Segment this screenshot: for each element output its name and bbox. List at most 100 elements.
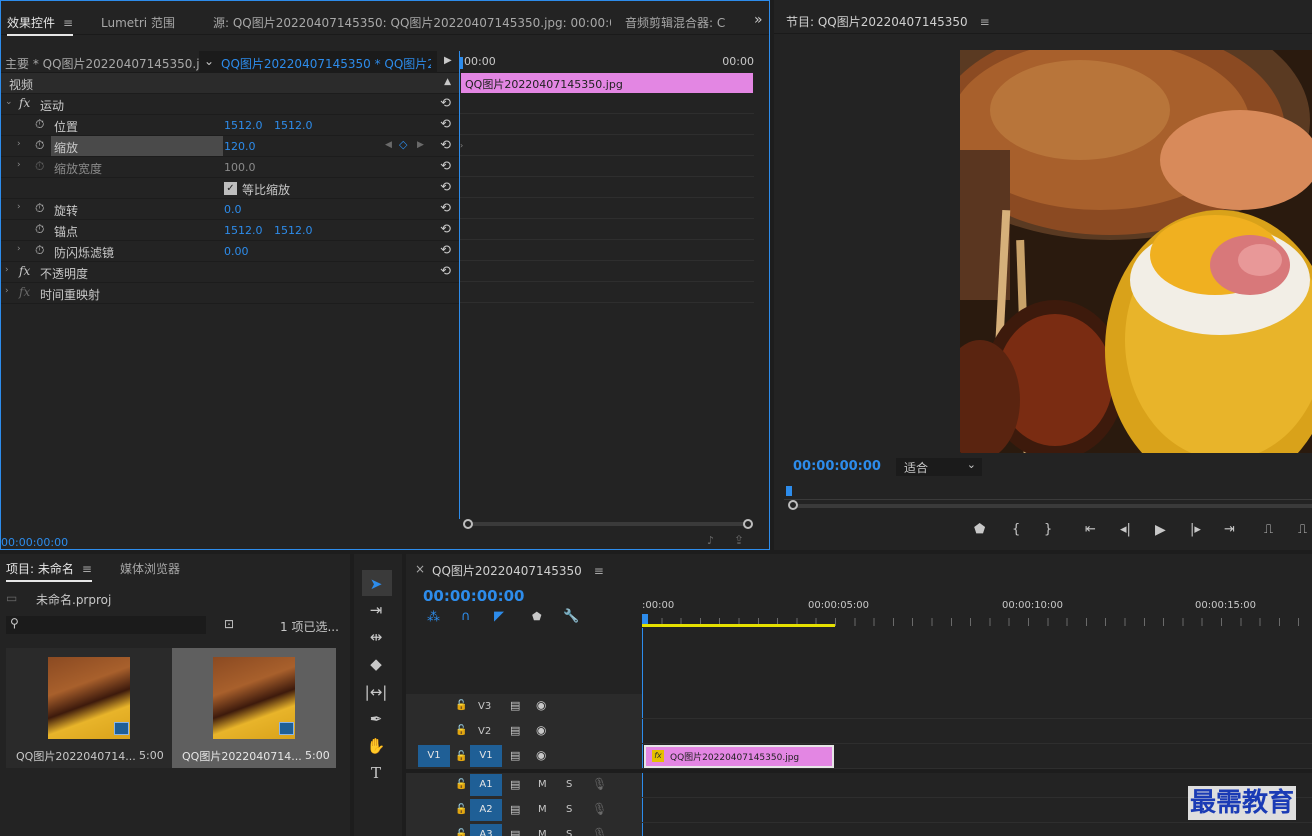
- lock-icon[interactable]: 🔓: [455, 751, 467, 762]
- eye-icon[interactable]: ◉: [536, 698, 546, 712]
- work-area-bar[interactable]: [642, 624, 835, 627]
- track-a1-target[interactable]: A1: [470, 774, 502, 796]
- toggle-sync-lock-icon[interactable]: ▤: [510, 803, 520, 816]
- anchor-y-value[interactable]: 1512.0: [274, 224, 313, 237]
- collapse-icon[interactable]: ▲: [444, 77, 451, 87]
- clip-dropdown[interactable]: ⌄ QQ图片20220407145350 * QQ图片2...: [199, 51, 437, 73]
- slip-tool-icon[interactable]: |↔|: [362, 680, 390, 704]
- selection-tool-icon[interactable]: ➤: [362, 572, 390, 596]
- mark-out-icon[interactable]: }: [1044, 522, 1052, 537]
- hand-tool-icon[interactable]: ✋: [362, 734, 390, 758]
- eye-icon[interactable]: ◉: [536, 723, 546, 737]
- twirl-closed-icon[interactable]: ›: [17, 139, 21, 149]
- wrench-icon[interactable]: 🔧: [563, 609, 579, 624]
- toggle-sync-lock-icon[interactable]: ▤: [510, 749, 520, 762]
- timeline-playhead-head[interactable]: [642, 614, 648, 624]
- voice-over-icon[interactable]: 🎙: [592, 802, 607, 816]
- timeline-ruler[interactable]: :00:00 00:00:05:00 00:00:10:00 00:00:15:…: [642, 594, 1312, 628]
- mute-button[interactable]: M: [538, 829, 547, 836]
- tab-lumetri-scopes[interactable]: Lumetri 范围: [101, 14, 175, 31]
- anti-flicker-value[interactable]: 0.00: [224, 245, 249, 258]
- reset-icon[interactable]: ⟲: [440, 264, 451, 279]
- export-frame-icon[interactable]: ⇪: [734, 533, 744, 547]
- eye-icon[interactable]: ◉: [536, 748, 546, 762]
- twirl-closed-icon[interactable]: ›: [17, 244, 21, 254]
- lock-icon[interactable]: 🔓: [455, 829, 467, 836]
- fx-icon[interactable]: fx: [19, 264, 30, 278]
- ec-bottom-timecode[interactable]: 00:00:00:00: [1, 536, 68, 549]
- add-marker-icon[interactable]: ⬟: [974, 522, 985, 537]
- track-select-tool-icon[interactable]: ⇥: [362, 598, 390, 622]
- ec-playhead[interactable]: [460, 57, 463, 69]
- add-keyframe-icon[interactable]: ◇: [399, 138, 407, 151]
- new-bin-icon[interactable]: ⊡: [224, 617, 234, 631]
- sequence-tab[interactable]: QQ图片20220407145350 ≡: [432, 562, 604, 579]
- close-icon[interactable]: ×: [415, 562, 425, 576]
- uniform-scale-checkbox[interactable]: ✓: [224, 182, 237, 195]
- menu-icon[interactable]: ≡: [980, 15, 990, 29]
- program-scrubber[interactable]: [788, 500, 1312, 512]
- reset-icon[interactable]: ⟲: [440, 222, 451, 237]
- position-y-value[interactable]: 1512.0: [274, 119, 313, 132]
- scale-value[interactable]: 120.0: [224, 140, 256, 153]
- zoom-handle-left[interactable]: [463, 519, 473, 529]
- zoom-handle-right[interactable]: [743, 519, 753, 529]
- stopwatch-icon[interactable]: ⏱: [35, 117, 44, 132]
- toggle-sync-lock-icon[interactable]: ▤: [510, 778, 520, 791]
- tab-source-monitor[interactable]: 源: QQ图片20220407145350: QQ图片2022040714535…: [213, 14, 611, 31]
- twirl-closed-icon[interactable]: ›: [17, 202, 21, 212]
- prev-keyframe-icon[interactable]: ◀: [385, 140, 392, 150]
- scrubber-handle[interactable]: [788, 500, 798, 510]
- timeline-timecode[interactable]: 00:00:00:00: [423, 587, 525, 605]
- anchor-x-value[interactable]: 1512.0: [224, 224, 263, 237]
- add-marker-tool-icon[interactable]: ◤: [494, 609, 504, 624]
- fx-icon[interactable]: fx: [19, 96, 30, 110]
- rotation-value[interactable]: 0.0: [224, 203, 242, 216]
- lift-icon[interactable]: ⎍: [1264, 522, 1273, 537]
- toggle-sync-lock-icon[interactable]: ▤: [510, 724, 520, 737]
- project-item[interactable]: QQ图片2022040714... 5:00: [6, 648, 172, 768]
- stopwatch-icon[interactable]: ⏱: [35, 201, 44, 216]
- stopwatch-active-icon[interactable]: ⏱: [35, 138, 44, 153]
- extract-icon[interactable]: ⎍: [1298, 522, 1307, 537]
- tab-media-browser[interactable]: 媒体浏览器: [120, 560, 180, 577]
- fit-dropdown[interactable]: 适合 ⌄: [896, 458, 982, 476]
- reset-icon[interactable]: ⟲: [440, 243, 451, 258]
- linked-selection-icon[interactable]: ∩: [461, 609, 471, 624]
- twirl-closed-icon[interactable]: ›: [5, 265, 9, 275]
- program-ruler[interactable]: [784, 486, 1312, 500]
- solo-button[interactable]: S: [566, 829, 572, 836]
- reset-icon[interactable]: ⟲: [440, 201, 451, 216]
- menu-icon[interactable]: ≡: [63, 16, 73, 30]
- reset-icon[interactable]: ⟲: [440, 117, 451, 132]
- reset-icon[interactable]: ⟲: [440, 96, 451, 111]
- project-search-input[interactable]: ⚲: [6, 616, 206, 634]
- stopwatch-icon[interactable]: ⏱: [35, 243, 44, 258]
- mute-button[interactable]: M: [538, 779, 547, 790]
- source-patch-v1[interactable]: V1: [418, 745, 450, 767]
- ec-keyframe-nav-icon[interactable]: ›: [460, 141, 463, 150]
- effect-time-remapping[interactable]: › fx 时间重映射: [1, 283, 459, 304]
- next-keyframe-icon[interactable]: ▶: [417, 140, 424, 150]
- play-icon[interactable]: ▶: [1155, 522, 1166, 538]
- reset-icon[interactable]: ⟲: [440, 138, 451, 153]
- toggle-sync-lock-icon[interactable]: ▤: [510, 699, 520, 712]
- track-v3-label[interactable]: V3: [478, 701, 491, 712]
- reset-icon[interactable]: ⟲: [440, 159, 451, 174]
- twirl-open-icon[interactable]: ⌄: [5, 97, 13, 107]
- voice-over-icon[interactable]: 🎙: [592, 777, 607, 791]
- marker-icon[interactable]: ⬟: [532, 610, 542, 623]
- track-a3-target[interactable]: A3: [470, 824, 502, 836]
- effect-motion[interactable]: ⌄ fx 运动 ⟲: [1, 94, 459, 115]
- stopwatch-icon[interactable]: ⏱: [35, 222, 44, 237]
- program-monitor-title[interactable]: 节目: QQ图片20220407145350 ≡: [786, 13, 990, 30]
- mute-button[interactable]: M: [538, 804, 547, 815]
- solo-button[interactable]: S: [566, 779, 572, 790]
- tab-project[interactable]: 项目: 未命名 ≡: [6, 560, 92, 582]
- go-to-out-icon[interactable]: ⇥: [1224, 522, 1235, 537]
- play-clip-icon[interactable]: ▶: [444, 55, 452, 66]
- tab-effect-controls[interactable]: 效果控件 ≡: [7, 14, 74, 36]
- audio-filter-icon[interactable]: ♪: [707, 534, 714, 547]
- ec-clip-bar[interactable]: QQ图片20220407145350.jpg: [461, 73, 753, 93]
- snap-icon[interactable]: ⁂: [427, 610, 440, 625]
